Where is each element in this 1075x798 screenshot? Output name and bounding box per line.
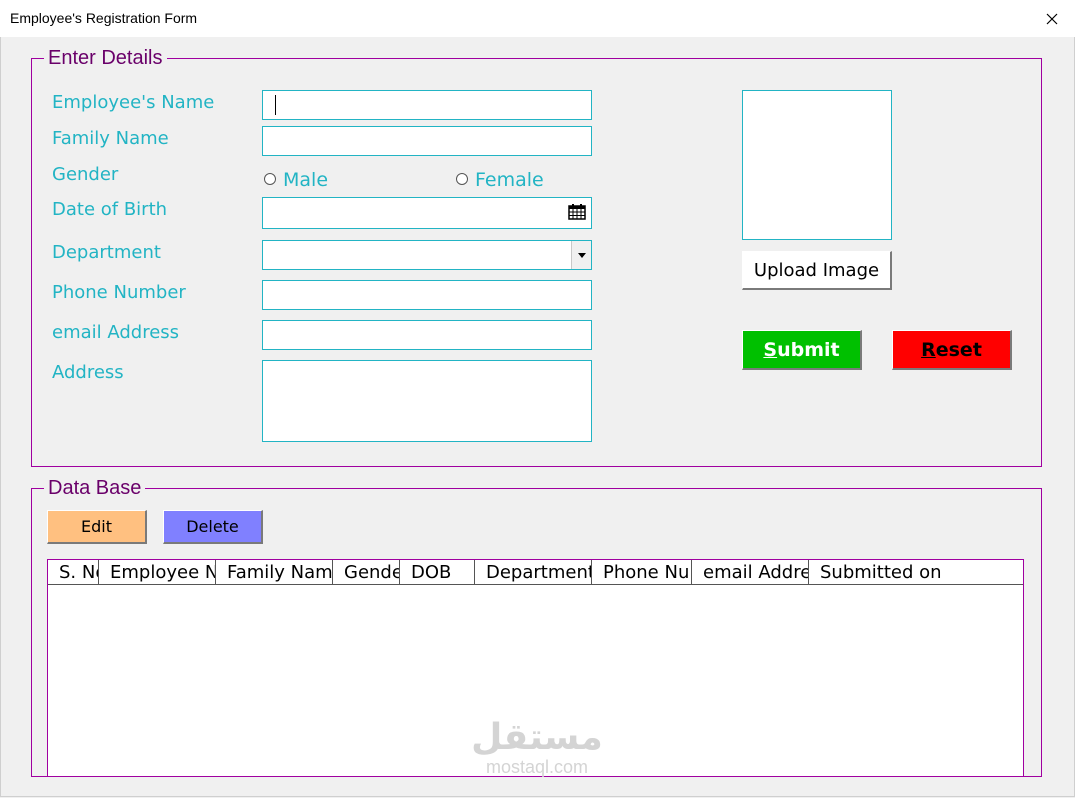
upload-image-button[interactable]: Upload Image: [742, 251, 892, 290]
reset-label: Reset: [921, 338, 982, 361]
column-header[interactable]: Submitted on: [809, 560, 1023, 584]
gender-male-label: Male: [283, 169, 329, 191]
window-title: Employee's Registration Form: [10, 10, 198, 26]
title-bar: Employee's Registration Form: [0, 0, 1075, 37]
enter-details-legend: Enter Details: [48, 47, 163, 69]
phone-number-label: Phone Number: [52, 282, 186, 303]
list-header: S. No. Employee Name Family Name Gender …: [48, 560, 1023, 585]
gender-female-label: Female: [475, 169, 544, 191]
chevron-down-icon: [577, 252, 586, 258]
edit-button[interactable]: Edit: [47, 510, 147, 544]
column-header[interactable]: S. No.: [48, 560, 99, 584]
submit-label: Submit: [763, 338, 840, 361]
email-address-label: email Address: [52, 322, 180, 343]
family-name-input[interactable]: [262, 126, 592, 156]
upload-image-label: Upload Image: [753, 259, 880, 281]
gender-label: Gender: [52, 164, 119, 185]
address-textarea[interactable]: [262, 360, 592, 442]
email-address-input[interactable]: [262, 320, 592, 350]
column-header[interactable]: DOB: [400, 560, 475, 584]
address-label: Address: [52, 362, 124, 383]
department-label: Department: [52, 242, 161, 263]
photo-preview: [742, 90, 892, 240]
calendar-icon[interactable]: [568, 204, 586, 220]
phone-number-input[interactable]: [262, 280, 592, 310]
column-header[interactable]: Employee Name: [99, 560, 216, 584]
column-header[interactable]: Phone Number: [592, 560, 692, 584]
family-name-label: Family Name: [52, 128, 169, 149]
department-dropdown-button[interactable]: [571, 241, 591, 269]
close-icon: [1046, 13, 1058, 24]
radio-circle: [264, 173, 276, 185]
delete-label: Delete: [186, 517, 239, 536]
employee-list-view[interactable]: S. No. Employee Name Family Name Gender …: [47, 559, 1024, 777]
delete-button[interactable]: Delete: [163, 510, 263, 544]
column-header[interactable]: Department: [475, 560, 592, 584]
text-caret: [275, 95, 276, 115]
gender-male-radio[interactable]: Male: [264, 169, 328, 191]
close-button[interactable]: [1029, 0, 1075, 37]
department-dropdown[interactable]: [262, 240, 592, 270]
edit-label: Edit: [81, 517, 112, 536]
employee-name-input[interactable]: [262, 90, 592, 120]
radio-circle: [456, 173, 468, 185]
dob-input[interactable]: [262, 197, 592, 229]
column-header[interactable]: Gender: [333, 560, 400, 584]
column-header[interactable]: Family Name: [216, 560, 333, 584]
reset-button[interactable]: Reset: [892, 330, 1012, 370]
database-legend: Data Base: [48, 477, 142, 499]
gender-female-radio[interactable]: Female: [456, 169, 544, 191]
employee-name-label: Employee's Name: [52, 92, 215, 113]
submit-button[interactable]: Submit: [742, 330, 862, 370]
column-header[interactable]: email Address: [692, 560, 809, 584]
dob-label: Date of Birth: [52, 199, 168, 220]
